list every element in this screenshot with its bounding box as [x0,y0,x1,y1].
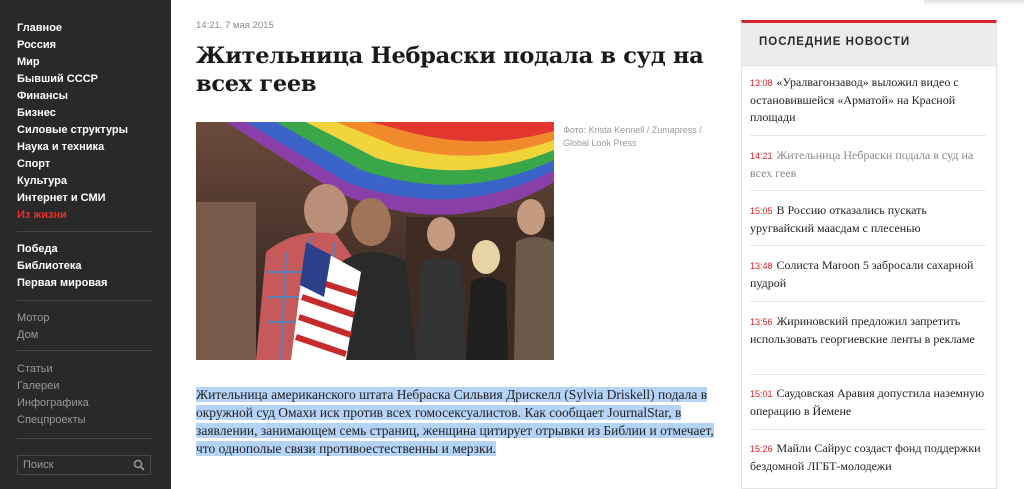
news-separator [750,301,986,302]
photo-credit: Фото: Krista Kennell / Zumapress / Globa… [563,125,702,148]
search-icon[interactable] [133,459,145,471]
news-separator [750,245,986,246]
article-timestamp: 14:21, 7 мая 2015 [196,20,274,31]
news-item[interactable]: 14:21 Жительница Небраски подала в суд на… [750,147,986,182]
nav-divider [17,300,153,301]
news-text: Майли Сайрус создаст фонд поддержки безд… [750,441,981,473]
project-nav: Мотор Дом [17,310,49,344]
news-time: 13:56 [750,317,773,327]
nav-item-finance[interactable]: Финансы [17,88,128,105]
news-item[interactable]: 13:48 Солиста Maroon 5 забросали сахарной… [750,257,986,292]
news-text: Жириновский предложил запретить использо… [750,314,975,346]
nav-divider [17,438,153,439]
nav-item-infographics[interactable]: Инфографика [17,395,89,412]
news-text: Саудовская Аравия допустила наземную опе… [750,386,985,418]
news-separator [750,190,986,191]
news-text: Солиста Maroon 5 забросали сахарной пудр… [750,258,974,290]
news-time: 13:48 [750,261,773,271]
nav-item-sport[interactable]: Спорт [17,156,128,173]
latest-news-widget: ПОСЛЕДНИЕ НОВОСТИ 13:08 «Уралвагонзавод» … [741,20,997,489]
article-lead: Жительница американского штата Небраска … [196,386,724,458]
nav-item-special-projects[interactable]: Спецпроекты [17,412,89,429]
article-headline: Жительница Небраски подала в суд на всех… [196,43,704,97]
news-item[interactable]: 15:01 Саудовская Аравия допустила наземну… [750,385,986,420]
news-text: «Уралвагонзавод» выложил видео с останов… [750,75,959,124]
nav-item-media[interactable]: Интернет и СМИ [17,190,128,207]
nav-item-galleries[interactable]: Галереи [17,378,89,395]
nav-divider [17,350,153,351]
nav-item-ww1[interactable]: Первая мировая [17,275,107,292]
search-input[interactable] [18,456,128,474]
news-separator [750,135,986,136]
nav-item-business[interactable]: Бизнес [17,105,128,122]
nav-item-motor[interactable]: Мотор [17,310,49,327]
news-time: 15:01 [750,389,773,399]
content-nav: Статьи Галереи Инфографика Спецпроекты [17,361,89,429]
news-item[interactable]: 15:26 Майли Сайрус создаст фонд поддержки… [750,440,986,475]
nav-item-science[interactable]: Наука и техника [17,139,128,156]
news-item[interactable]: 15:05 В Россию отказались пускать уругвай… [750,202,986,237]
main-nav: Главное Россия Мир Бывший СССР Финансы Б… [17,20,128,224]
news-item[interactable]: 13:08 «Уралвагонзавод» выложил видео с ос… [750,74,986,126]
nav-item-victory[interactable]: Победа [17,241,107,258]
news-time: 14:21 [750,151,773,161]
nav-item-culture[interactable]: Культура [17,173,128,190]
nav-item-world[interactable]: Мир [17,54,128,71]
news-time: 15:26 [750,444,773,454]
nav-item-articles[interactable]: Статьи [17,361,89,378]
news-item[interactable]: 13:56 Жириновский предложил запретить исп… [750,313,986,348]
nav-divider [17,231,153,232]
news-time: 13:08 [750,78,773,88]
news-text: В Россию отказались пускать уругвайский … [750,203,927,235]
photo-illustration [196,122,554,360]
nav-item-security[interactable]: Силовые структуры [17,122,128,139]
news-separator [750,374,986,375]
sidebar: Главное Россия Мир Бывший СССР Финансы Б… [0,0,171,489]
nav-item-library[interactable]: Библиотека [17,258,107,275]
news-separator [750,429,986,430]
news-time: 15:05 [750,206,773,216]
nav-item-home[interactable]: Дом [17,327,49,344]
lead-text: Жительница американского штата Небраска … [196,387,714,456]
news-text: Жительница Небраски подала в суд на всех… [750,148,974,180]
nav-item-former-ussr[interactable]: Бывший СССР [17,71,128,88]
nav-item-russia[interactable]: Россия [17,37,128,54]
window-shadow [924,0,1024,6]
article-photo[interactable] [196,122,554,360]
special-nav: Победа Библиотека Первая мировая [17,241,107,292]
latest-news-title: ПОСЛЕДНИЕ НОВОСТИ [759,36,911,48]
search-box [17,455,151,475]
nav-item-life[interactable]: Из жизни [17,207,128,224]
nav-item-main[interactable]: Главное [17,20,128,37]
